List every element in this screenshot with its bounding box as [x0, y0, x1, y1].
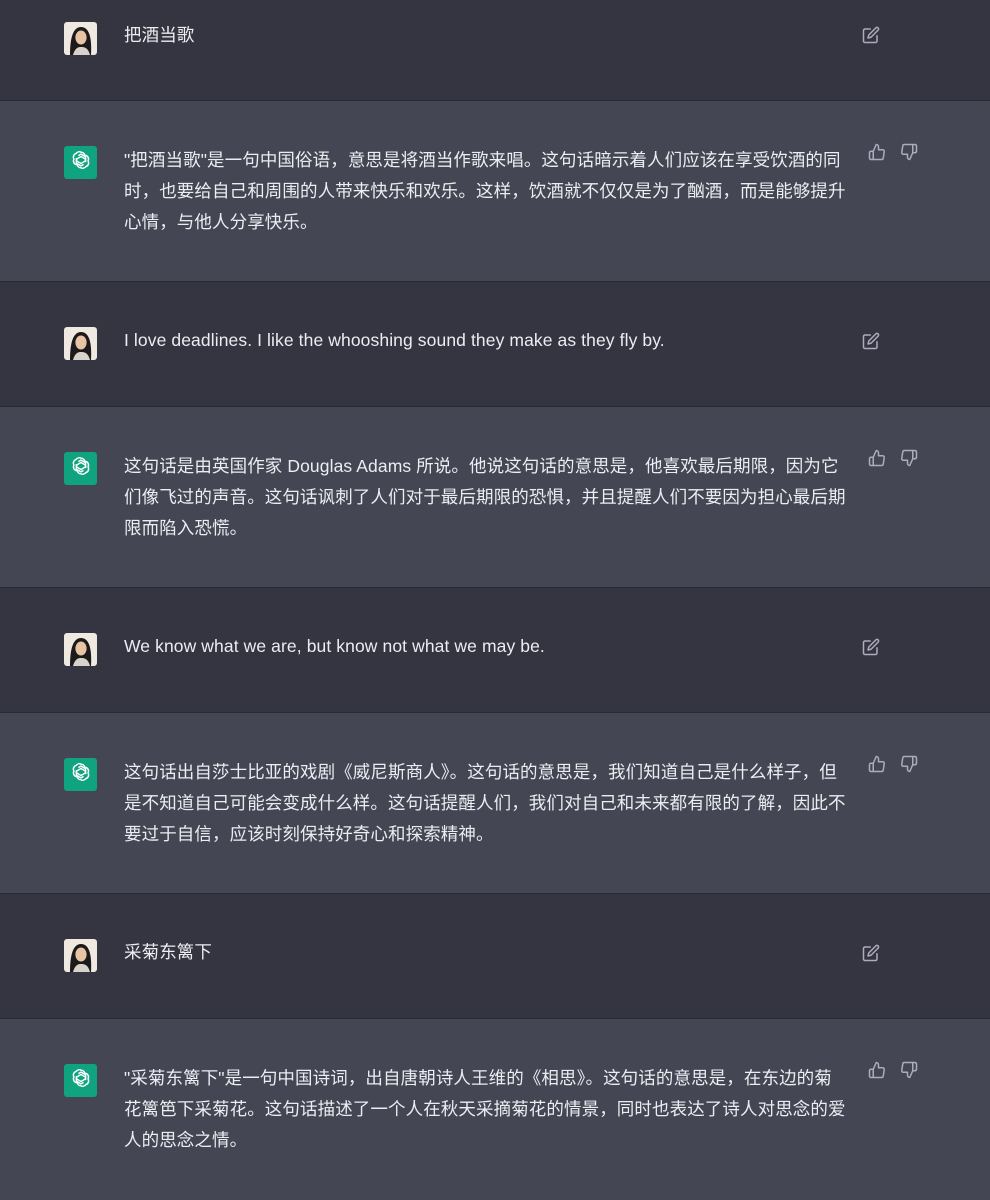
user-message: We know what we are, but know not what w… [0, 588, 990, 713]
user-avatar [64, 939, 97, 972]
message-text: "采菊东篱下"是一句中国诗词，出自唐朝诗人王维的《相思》。这句话的意思是，在东边… [124, 1067, 846, 1150]
assistant-message: "把酒当歌"是一句中国俗语，意思是将酒当作歌来唱。这句话暗示着人们应该在享受饮酒… [0, 100, 990, 283]
edit-icon[interactable] [862, 26, 880, 44]
thumbs-up-icon[interactable] [868, 143, 886, 161]
openai-logo-icon [70, 761, 92, 788]
edit-icon[interactable] [862, 638, 880, 656]
assistant-message: "采菊东篱下"是一句中国诗词，出自唐朝诗人王维的《相思》。这句话的意思是，在东边… [0, 1018, 990, 1200]
thumbs-up-icon[interactable] [868, 1061, 886, 1079]
message-text: "把酒当歌"是一句中国俗语，意思是将酒当作歌来唱。这句话暗示着人们应该在享受饮酒… [124, 149, 846, 232]
assistant-avatar [64, 1063, 97, 1097]
message-text: I love deadlines. I like the whooshing s… [124, 330, 665, 351]
thumbs-down-icon[interactable] [900, 1061, 918, 1079]
thumbs-up-icon[interactable] [868, 449, 886, 467]
edit-icon[interactable] [862, 332, 880, 350]
assistant-message: 这句话是由英国作家 Douglas Adams 所说。他说这句话的意思是，他喜欢… [0, 406, 990, 589]
openai-logo-icon [70, 149, 92, 176]
openai-logo-icon [70, 455, 92, 482]
assistant-avatar [64, 757, 97, 791]
thumbs-down-icon[interactable] [900, 449, 918, 467]
user-photo-avatar [64, 633, 97, 667]
message-text: 这句话是由英国作家 Douglas Adams 所说。他说这句话的意思是，他喜欢… [124, 455, 846, 538]
user-message: 把酒当歌 [0, 0, 990, 101]
assistant-avatar [64, 451, 97, 485]
user-photo-avatar [64, 939, 97, 972]
thumbs-up-icon[interactable] [868, 755, 886, 773]
user-photo-avatar [64, 327, 97, 361]
user-avatar [64, 633, 97, 667]
user-message: 采菊东篱下 [0, 894, 990, 1019]
assistant-avatar [64, 145, 97, 179]
thumbs-down-icon[interactable] [900, 143, 918, 161]
user-avatar [64, 22, 97, 55]
assistant-message: 这句话出自莎士比亚的戏剧《威尼斯商人》。这句话的意思是，我们知道自己是什么样子，… [0, 712, 990, 894]
openai-logo-icon [70, 1067, 92, 1094]
message-text: 采菊东篱下 [124, 942, 212, 962]
message-text: 把酒当歌 [124, 25, 195, 45]
message-text: 这句话出自莎士比亚的戏剧《威尼斯商人》。这句话的意思是，我们知道自己是什么样子，… [124, 761, 846, 844]
user-avatar [64, 327, 97, 361]
conversation-thread: 把酒当歌 "把酒当歌"是一句中国俗语，意思是将酒当作歌来唱。这句话暗示着人们应该… [0, 0, 990, 1200]
user-message: I love deadlines. I like the whooshing s… [0, 282, 990, 407]
thumbs-down-icon[interactable] [900, 755, 918, 773]
edit-icon[interactable] [862, 944, 880, 962]
message-text: We know what we are, but know not what w… [124, 636, 545, 657]
user-photo-avatar [64, 22, 97, 55]
